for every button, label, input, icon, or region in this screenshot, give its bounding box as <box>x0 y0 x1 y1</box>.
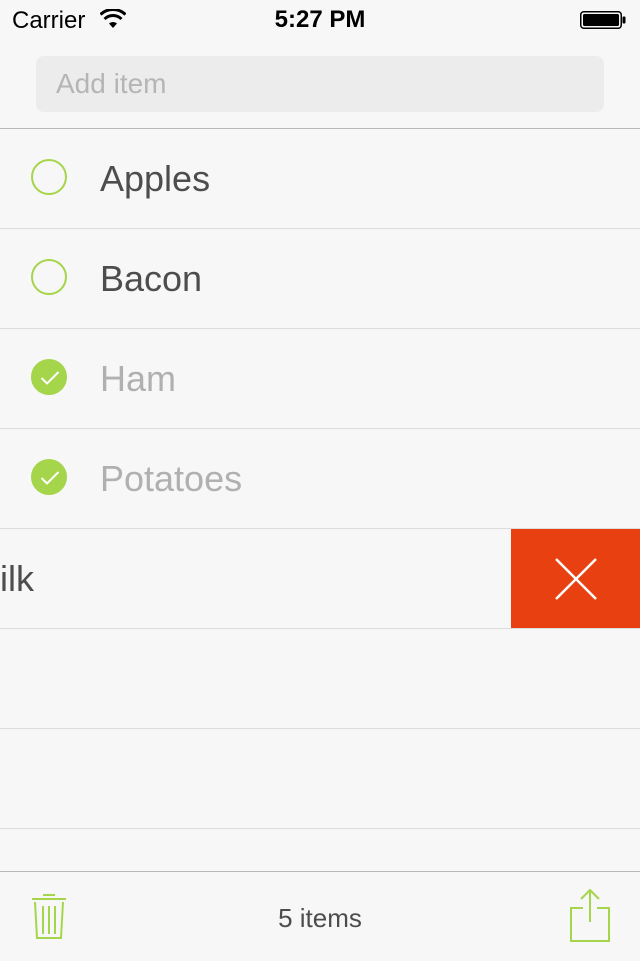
item-count: 5 items <box>278 903 362 933</box>
close-icon <box>555 558 597 600</box>
item-label: Apples <box>100 158 211 199</box>
list-item[interactable]: Apples <box>0 129 640 229</box>
delete-button[interactable] <box>511 529 640 628</box>
status-time: 5:27 PM <box>274 6 366 33</box>
checkbox[interactable] <box>31 259 67 295</box>
battery-icon <box>580 11 626 29</box>
item-label: Potatoes <box>100 458 243 499</box>
list-item[interactable]: Ham <box>0 329 640 429</box>
checkmark-icon <box>40 471 60 485</box>
list-item[interactable]: Bacon <box>0 229 640 329</box>
status-bar: Carrier 5:27 PM <box>0 0 640 40</box>
bottom-toolbar: 5 items <box>0 871 640 961</box>
item-list: Apples Bacon Ham Potatoes Milk <box>0 129 640 829</box>
list-item-swiped[interactable]: Milk <box>0 529 640 629</box>
checkbox-checked[interactable] <box>31 459 67 495</box>
item-label: Milk <box>0 558 34 599</box>
empty-row <box>0 629 640 729</box>
add-item-input[interactable] <box>36 56 604 112</box>
share-icon[interactable] <box>568 888 612 944</box>
checkbox[interactable] <box>31 159 67 195</box>
list-item[interactable]: Potatoes <box>0 429 640 529</box>
checkbox-checked[interactable] <box>31 359 67 395</box>
add-item-field[interactable] <box>36 56 604 112</box>
checkmark-icon <box>40 371 60 385</box>
item-label: Bacon <box>100 258 203 299</box>
item-label: Ham <box>100 358 177 399</box>
empty-row <box>0 729 640 829</box>
